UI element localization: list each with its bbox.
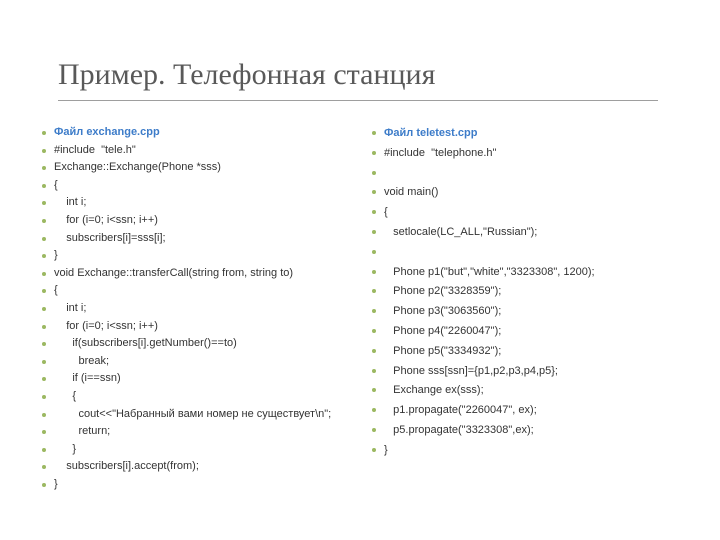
code-line: cout<<"Набранный вами номер не существуе… [38, 406, 368, 424]
code-line: #include "tele.h" [38, 142, 368, 160]
code-list-right: Файл teletest.cpp#include "telephone.h" … [368, 124, 698, 461]
code-line: break; [38, 353, 368, 371]
content-columns: Файл exchange.cpp#include "tele.h"Exchan… [38, 124, 698, 493]
code-line: Phone p3("3063560"); [368, 302, 698, 322]
code-line: setlocale(LC_ALL,"Russian"); [368, 223, 698, 243]
code-line: { [38, 177, 368, 195]
file-heading: Файл exchange.cpp [38, 124, 368, 142]
code-line: Phone p2("3328359"); [368, 282, 698, 302]
right-column: Файл teletest.cpp#include "telephone.h" … [368, 124, 698, 493]
code-line [368, 164, 698, 184]
code-line: void main() [368, 183, 698, 203]
code-line: { [38, 388, 368, 406]
code-line: Exchange ex(sss); [368, 381, 698, 401]
code-line: int i; [38, 194, 368, 212]
code-line: Exchange::Exchange(Phone *sss) [38, 159, 368, 177]
code-line: subscribers[i]=sss[i]; [38, 230, 368, 248]
code-line: } [368, 441, 698, 461]
slide-title: Пример. Телефонная станция [58, 60, 658, 90]
code-line: for (i=0; i<ssn; i++) [38, 318, 368, 336]
code-line: { [368, 203, 698, 223]
code-line: if(subscribers[i].getNumber()==to) [38, 335, 368, 353]
file-heading: Файл teletest.cpp [368, 124, 698, 144]
code-line: #include "telephone.h" [368, 144, 698, 164]
code-list-left: Файл exchange.cpp#include "tele.h"Exchan… [38, 124, 368, 493]
code-line: subscribers[i].accept(from); [38, 458, 368, 476]
code-line [368, 243, 698, 263]
code-line: } [38, 441, 368, 459]
code-line: void Exchange::transferCall(string from,… [38, 265, 368, 283]
code-line: Phone p4("2260047"); [368, 322, 698, 342]
code-line: { [38, 282, 368, 300]
code-line: Phone p5("3334932"); [368, 342, 698, 362]
code-line: if (i==ssn) [38, 370, 368, 388]
code-line: return; [38, 423, 368, 441]
code-line: } [38, 476, 368, 494]
code-line: p1.propagate("2260047", ex); [368, 401, 698, 421]
code-line: p5.propagate("3323308",ex); [368, 421, 698, 441]
code-line: for (i=0; i<ssn; i++) [38, 212, 368, 230]
code-line: } [38, 247, 368, 265]
code-line: int i; [38, 300, 368, 318]
left-column: Файл exchange.cpp#include "tele.h"Exchan… [38, 124, 368, 493]
code-line: Phone p1("but","white","3323308", 1200); [368, 263, 698, 283]
code-line: Phone sss[ssn]={p1,p2,p3,p4,p5}; [368, 362, 698, 382]
